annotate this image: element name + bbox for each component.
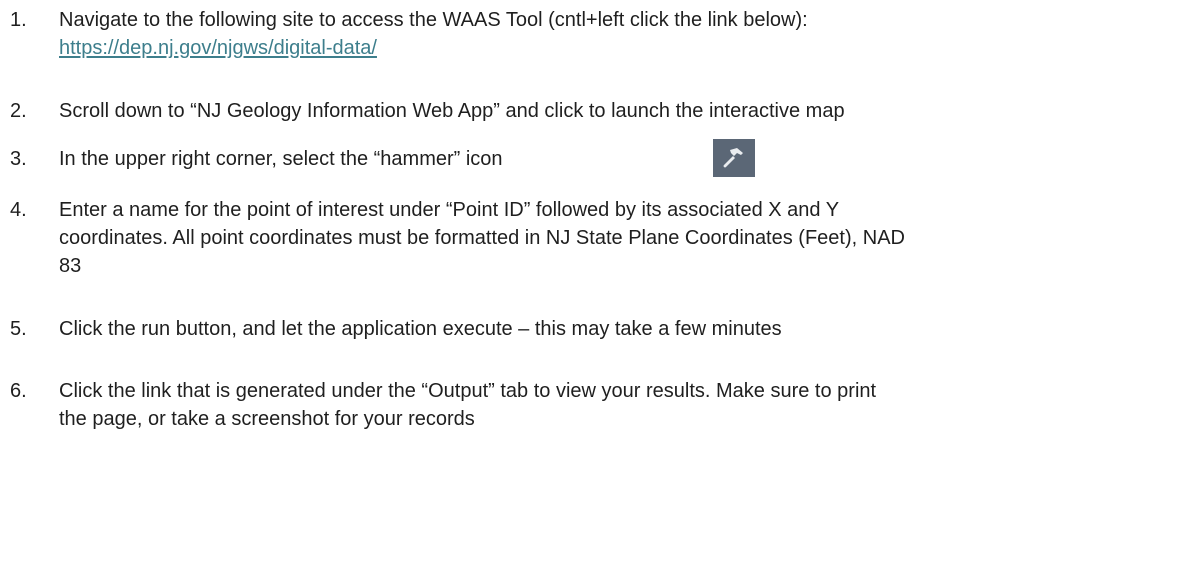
step-number: 1. — [10, 9, 27, 31]
step-text-line-3: 83 — [59, 255, 82, 277]
step-text-line-2: coordinates. All point coordinates must … — [59, 227, 905, 249]
step-number: 3. — [10, 148, 27, 170]
hammer-icon-glyph — [723, 148, 743, 168]
digital-data-link[interactable]: https://dep.nj.gov/njgws/digital-data/ — [59, 37, 377, 59]
step-text: Navigate to the following site to access… — [59, 9, 808, 31]
step-text-line-1: Click the link that is generated under t… — [59, 380, 877, 402]
step-number: 2. — [10, 100, 27, 122]
step-text-line-1: Enter a name for the point of interest u… — [59, 199, 840, 221]
step-body: Scroll down to “NJ Geology Information W… — [59, 97, 1179, 125]
step-text: Click the run button, and let the applic… — [59, 318, 782, 340]
step-text-line-2: the page, or take a screenshot for your … — [59, 408, 475, 430]
link-line: https://dep.nj.gov/njgws/digital-data/ — [59, 34, 1179, 62]
step-number: 4. — [10, 199, 27, 221]
hammer-icon — [713, 139, 755, 177]
step-body: Click the link that is generated under t… — [59, 377, 1179, 433]
step-text: In the upper right corner, select the “h… — [59, 148, 503, 170]
step-body: Click the run button, and let the applic… — [59, 315, 1179, 343]
instruction-document: 1. Navigate to the following site to acc… — [0, 0, 1192, 575]
step-text: Scroll down to “NJ Geology Information W… — [59, 100, 845, 122]
step-body: Navigate to the following site to access… — [59, 6, 1179, 62]
step-number: 5. — [10, 318, 27, 340]
step-number: 6. — [10, 380, 27, 402]
step-body: Enter a name for the point of interest u… — [59, 196, 1179, 280]
step-body: In the upper right corner, select the “h… — [59, 145, 1179, 173]
